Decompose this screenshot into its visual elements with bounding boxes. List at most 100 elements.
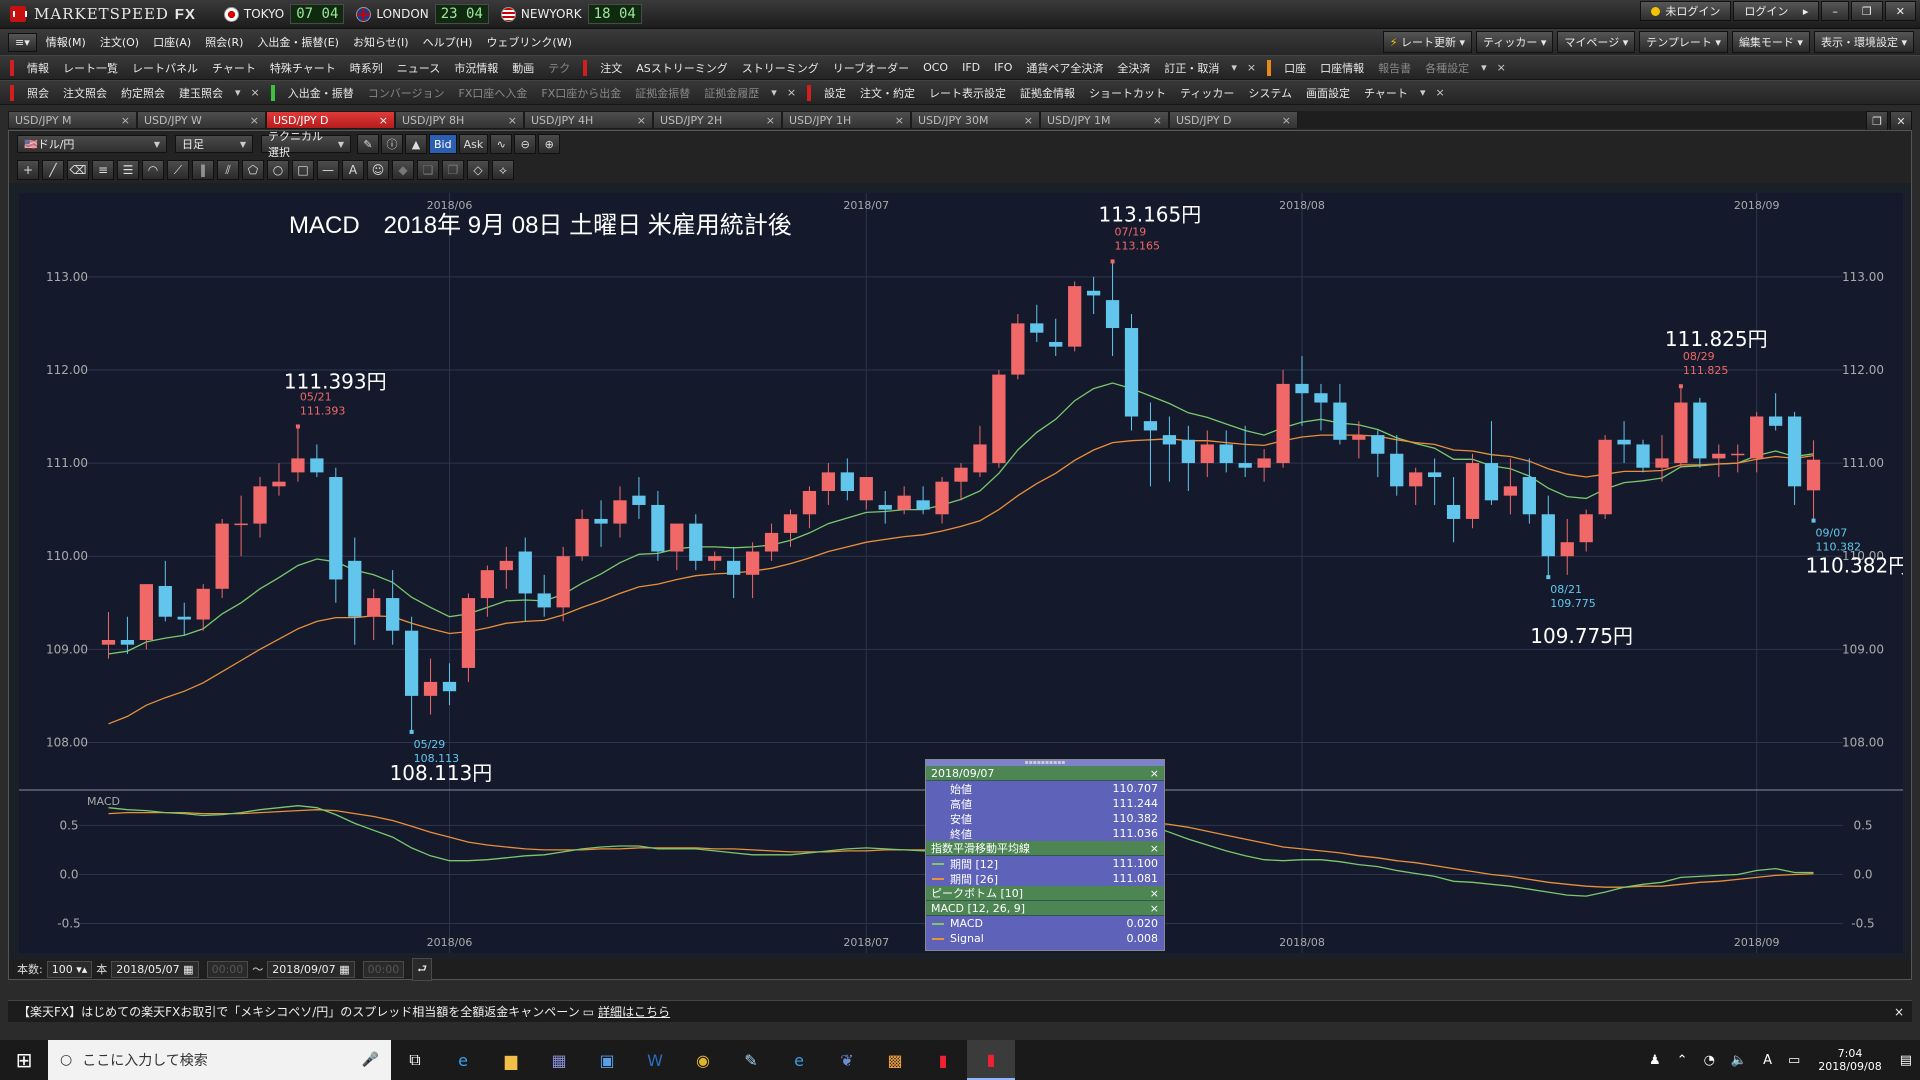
pentagon-icon[interactable]: ⬠ — [242, 160, 264, 180]
login-status-button[interactable]: 未ログイン — [1640, 1, 1732, 21]
feather-app-icon[interactable]: ❦ — [823, 1040, 871, 1080]
network-icon[interactable]: ◔ — [1704, 1053, 1715, 1068]
close-icon[interactable]: × — [508, 114, 517, 127]
close-icon[interactable]: × — [121, 114, 130, 127]
calendar-icon[interactable]: ▦ — [339, 963, 349, 976]
microphone-icon[interactable]: 🎤 — [362, 1052, 379, 1068]
tab-usdjpy-1m[interactable]: USD/JPY 1M × — [1040, 111, 1169, 129]
tb-report[interactable]: 報告書 — [1378, 60, 1411, 76]
close-icon[interactable]: × — [895, 114, 904, 127]
copy-icon[interactable]: ❏ — [417, 160, 439, 180]
trendline-icon[interactable]: ╱ — [42, 160, 64, 180]
calendar-icon[interactable]: ▦ — [183, 963, 193, 976]
currency-pair-select[interactable]: 🇺🇸ドル/円 — [17, 135, 167, 153]
tab-usdjpy-8h[interactable]: USD/JPY 8H × — [395, 111, 524, 129]
chart-plot-area[interactable]: 108.00 108.00 109.00 109.00 110.00 110.00 111.… — [19, 193, 1903, 953]
app-window-icon[interactable]: ▣ — [583, 1040, 631, 1080]
from-date-field[interactable]: 2018/05/07 ▦ — [111, 960, 199, 978]
chevron-down-icon[interactable]: ▾ — [1231, 61, 1237, 74]
tab-usdjpy-w[interactable]: USD/JPY W × — [137, 111, 266, 129]
tb-position-inquiry[interactable]: 建玉照会 — [179, 85, 223, 101]
tb-screen-settings[interactable]: 画面設定 — [1306, 85, 1350, 101]
tb-modify-cancel[interactable]: 訂正・取消 — [1164, 60, 1219, 76]
tab-usdjpy-30m[interactable]: USD/JPY 30M × — [911, 111, 1040, 129]
count-spinner[interactable]: 100 ▾▴ — [46, 960, 93, 978]
calculator-icon[interactable]: ▦ — [535, 1040, 583, 1080]
tb-order-inquiry[interactable]: 注文照会 — [63, 85, 107, 101]
close-icon[interactable]: × — [637, 114, 646, 127]
tb-conversion[interactable]: コンバージョン — [368, 85, 445, 101]
tb-leave-order[interactable]: リーブオーダー — [833, 60, 909, 76]
draw-pen-button[interactable]: ✎ — [357, 134, 379, 154]
display-settings-button[interactable]: 表示・環境設定 ▾ — [1813, 31, 1914, 53]
close-icon[interactable]: × — [1435, 86, 1444, 99]
paint-icon[interactable]: ✎ — [727, 1040, 775, 1080]
close-icon[interactable]: × — [1894, 1005, 1904, 1019]
tb-rate-display[interactable]: レート表示設定 — [929, 85, 1006, 101]
vertical-lines-icon[interactable]: ‖ — [192, 160, 214, 180]
tb-special-chart[interactable]: 特殊チャート — [270, 60, 336, 76]
channel-icon[interactable]: ⫽ — [217, 160, 239, 180]
tb-deposit-fx[interactable]: FX口座へ入金 — [459, 85, 528, 101]
word-icon[interactable]: W — [631, 1040, 679, 1080]
menu-help[interactable]: ヘルプ(H) — [423, 34, 473, 50]
chevron-up-icon[interactable]: ⌃ — [1677, 1053, 1688, 1068]
ime-indicator[interactable]: A — [1763, 1053, 1772, 1068]
close-icon[interactable]: × — [1024, 114, 1033, 127]
tab-usdjpy-4h[interactable]: USD/JPY 4H × — [524, 111, 653, 129]
chrome-icon[interactable]: ◉ — [679, 1040, 727, 1080]
close-window-button[interactable]: ✕ — [1890, 111, 1912, 131]
crosshair-icon[interactable]: + — [17, 160, 39, 180]
close-icon[interactable]: × — [250, 114, 259, 127]
task-view-icon[interactable]: ⧉ — [391, 1040, 439, 1080]
rate-update-button[interactable]: ⚡ レート更新 ▾ — [1382, 31, 1473, 53]
people-icon[interactable]: ♟ — [1649, 1053, 1661, 1068]
login-button[interactable]: ログイン ▸ — [1733, 1, 1820, 21]
tb-inquiry[interactable]: 照会 — [27, 85, 49, 101]
ask-toggle[interactable]: Ask — [458, 134, 489, 154]
menu-notice[interactable]: お知らせ(I) — [353, 34, 409, 50]
tablet-icon[interactable]: ▭ — [1788, 1053, 1800, 1068]
edge-icon[interactable]: e — [775, 1040, 823, 1080]
chevron-down-icon[interactable]: ▾ — [235, 86, 241, 99]
image-app-icon[interactable]: ▩ — [871, 1040, 919, 1080]
rectangle-icon[interactable]: □ — [292, 160, 314, 180]
chevron-down-icon[interactable]: ▾ — [1420, 86, 1426, 99]
tb-ticker[interactable]: ティッカー — [1180, 85, 1234, 101]
tb-streaming[interactable]: ストリーミング — [742, 60, 819, 76]
horizontal-lines-icon[interactable]: ≡ — [92, 160, 114, 180]
tb-deposit-transfer[interactable]: 入出金・振替 — [288, 85, 354, 101]
close-icon[interactable]: × — [1282, 114, 1291, 127]
minimize-button[interactable]: – — [1821, 1, 1849, 21]
close-icon[interactable]: × — [1153, 114, 1162, 127]
tb-video[interactable]: 動画 — [512, 60, 534, 76]
tb-info[interactable]: 情報 — [27, 60, 49, 76]
text-icon[interactable]: A — [342, 160, 364, 180]
close-icon[interactable]: × — [766, 114, 775, 127]
tab-usdjpy-d2[interactable]: USD/JPY D × — [1169, 111, 1298, 129]
tb-rate-panel[interactable]: レートパネル — [132, 60, 198, 76]
menu-toggle-button[interactable]: ≡▾ — [8, 32, 37, 52]
close-icon[interactable]: × — [1247, 61, 1256, 74]
tb-account-info[interactable]: 口座情報 — [1320, 60, 1364, 76]
tb-technical[interactable]: テク — [548, 60, 570, 76]
template-button[interactable]: テンプレート ▾ — [1639, 31, 1728, 53]
close-icon[interactable]: × — [787, 86, 796, 99]
tab-usdjpy-1h[interactable]: USD/JPY 1H × — [782, 111, 911, 129]
edit-mode-button[interactable]: 編集モード ▾ — [1731, 31, 1810, 53]
tb-market-info[interactable]: 市況情報 — [454, 60, 498, 76]
paste-icon[interactable]: ❐ — [442, 160, 464, 180]
tb-order-execution[interactable]: 注文・約定 — [860, 85, 915, 101]
circle-icon[interactable]: ○ — [267, 160, 289, 180]
fan-icon[interactable]: ⟋ — [167, 160, 189, 180]
info-button[interactable]: ⓘ — [381, 134, 403, 154]
tb-chart[interactable]: チャート — [212, 60, 256, 76]
ie-browser-icon[interactable]: e — [439, 1040, 487, 1080]
close-icon[interactable]: × — [379, 114, 388, 127]
taskbar-search-input[interactable]: ○ ここに入力して検索 🎤 — [48, 1040, 391, 1080]
to-date-field[interactable]: 2018/09/07 ▦ — [267, 960, 355, 978]
tb-margin-history[interactable]: 証拠金履歴 — [704, 85, 759, 101]
tb-news[interactable]: ニュース — [397, 60, 440, 76]
tb-setting[interactable]: 設定 — [824, 85, 846, 101]
menu-weblink[interactable]: ウェブリンク(W) — [486, 34, 571, 50]
